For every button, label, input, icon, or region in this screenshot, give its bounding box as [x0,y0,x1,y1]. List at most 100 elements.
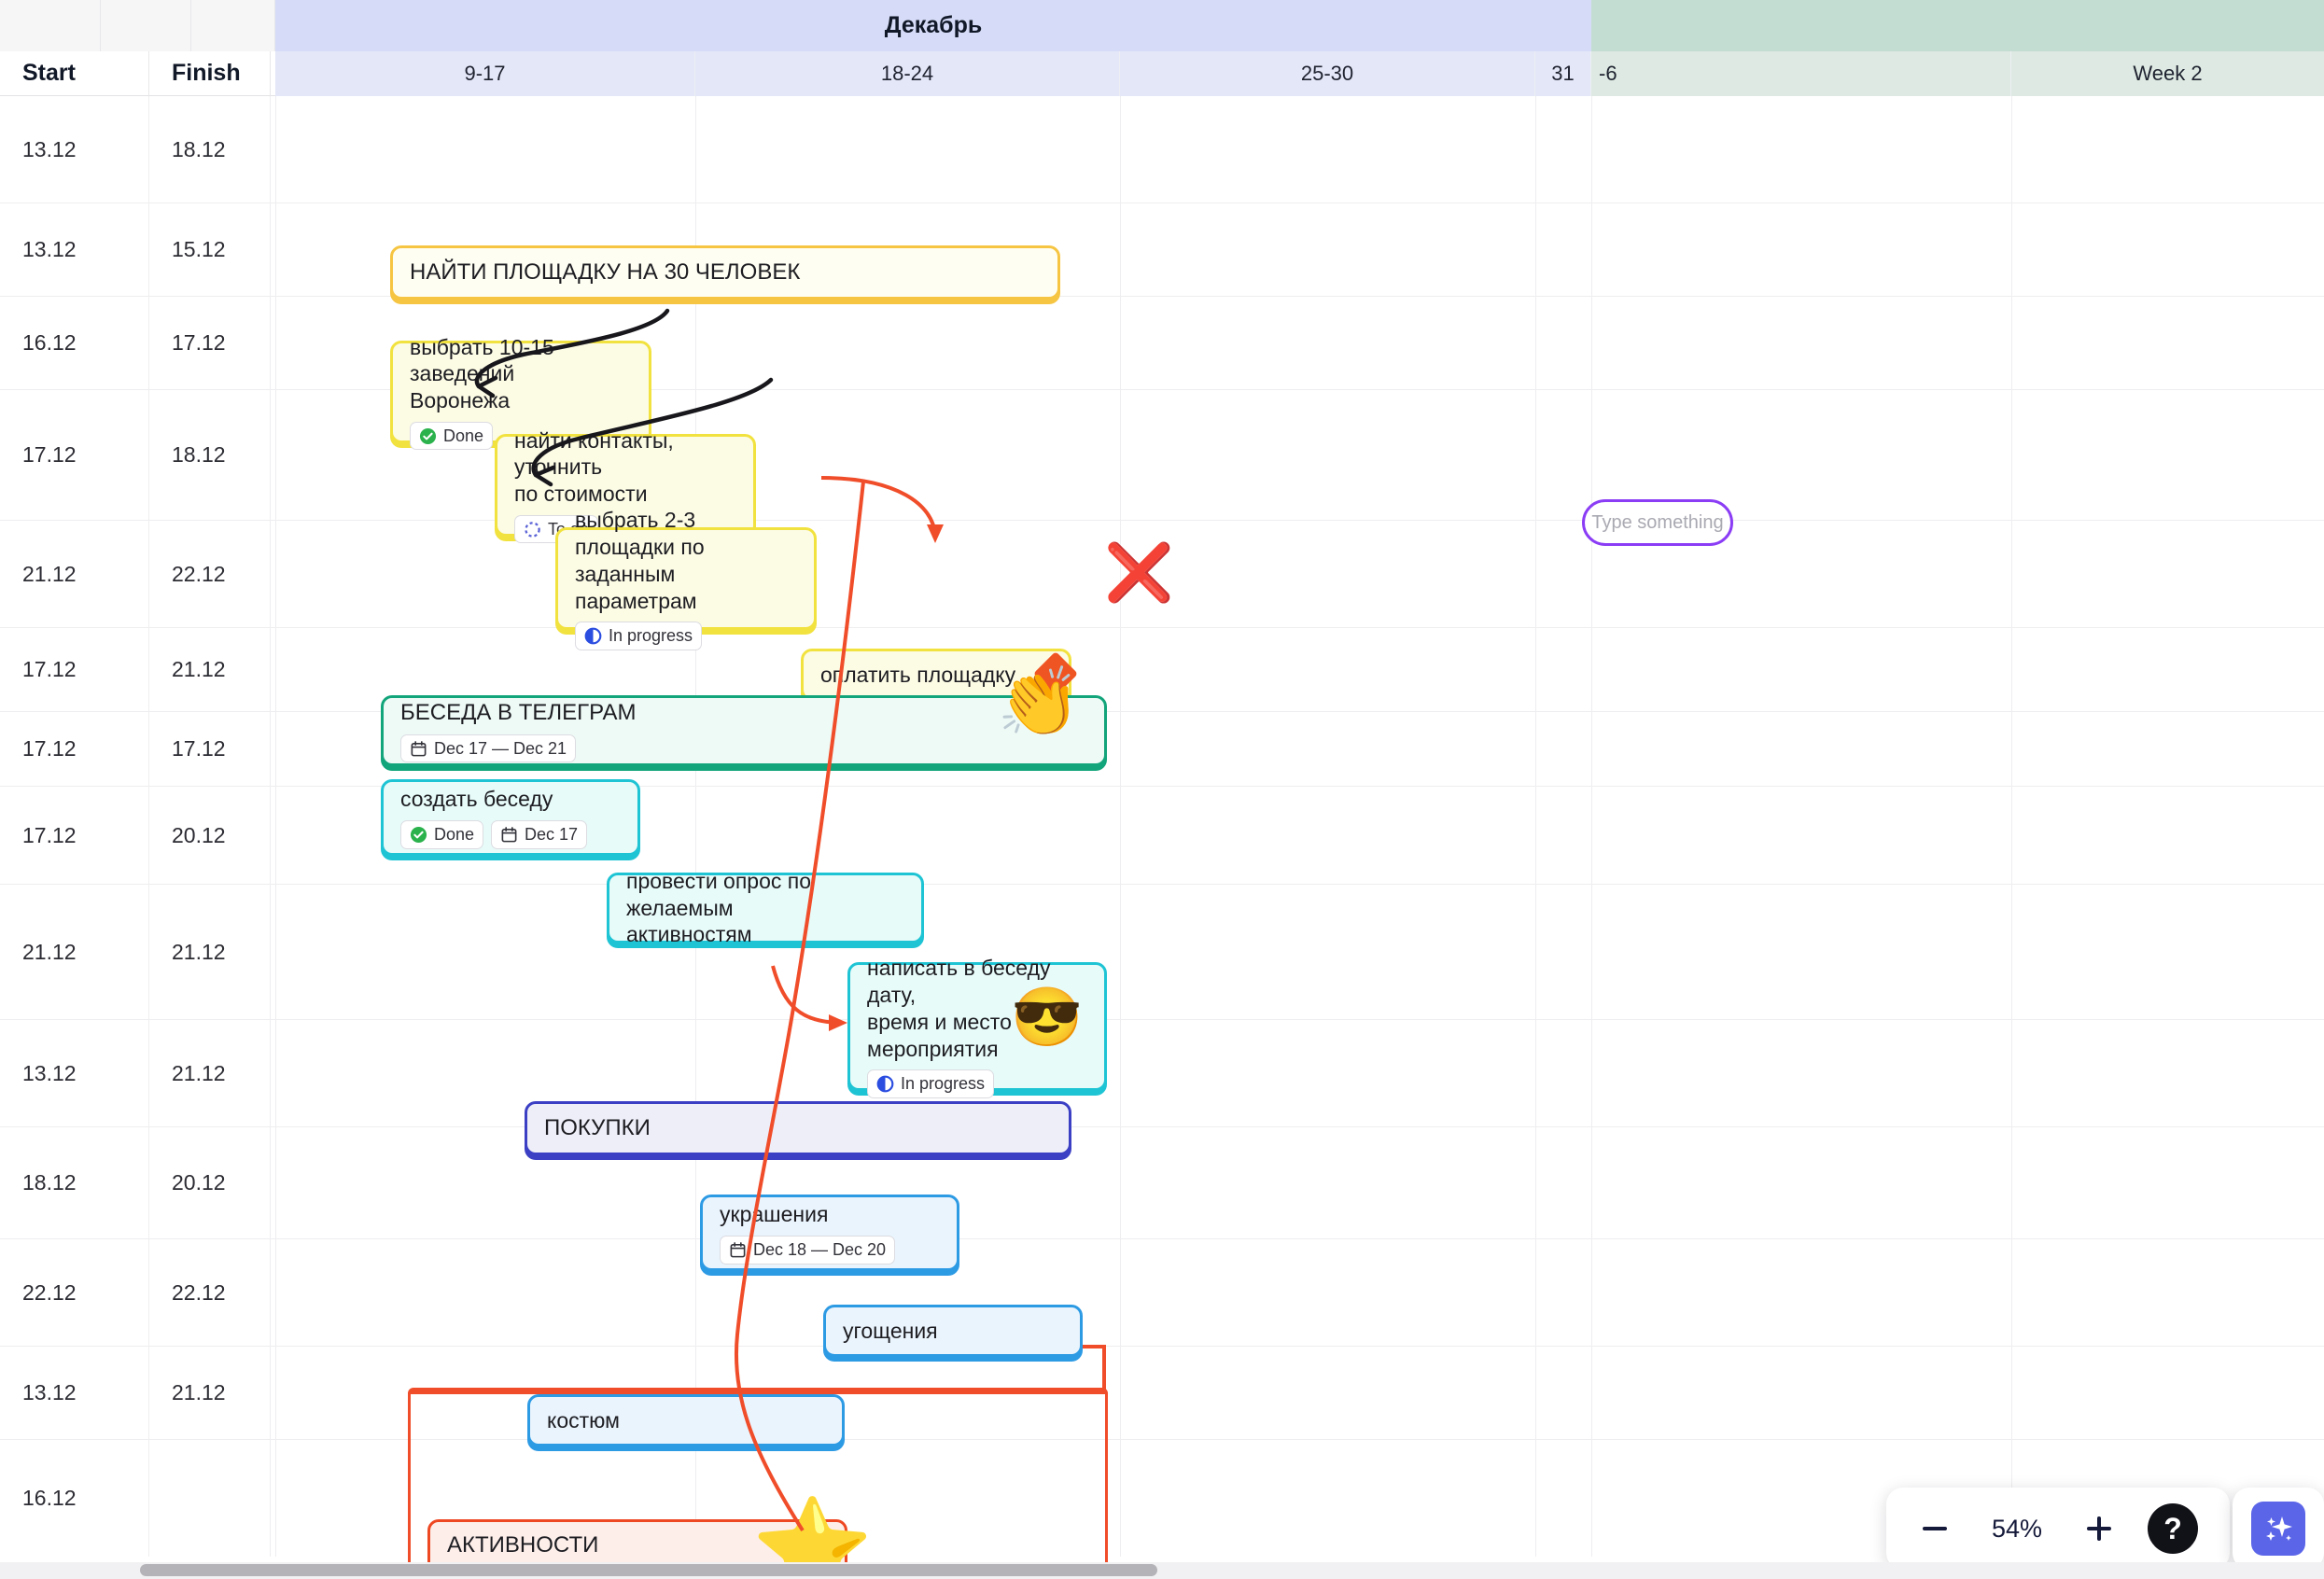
table-row[interactable]: 13.12 18.12 [0,96,2324,203]
calendar-icon [411,740,427,756]
table-row[interactable]: 16.12 17.12 [0,297,2324,390]
table-row[interactable]: 13.12 21.12 [0,1020,2324,1127]
calendar-icon [730,1241,746,1258]
task-title: БЕСЕДА В ТЕЛЕГРАМ [400,699,637,725]
cell-finish: 22.12 [149,1239,271,1346]
cell-start: 16.12 [0,1440,149,1557]
cell-start: 21.12 [0,521,149,627]
zoom-toolbar: 54% ? [1886,1488,2230,1570]
header-corner-start [0,0,101,51]
month-header-row: Декабрь [0,0,2324,51]
task-bar-group-purchases[interactable]: ПОКУПКИ [525,1101,1071,1155]
help-button[interactable]: ? [2148,1503,2198,1554]
sparkles-icon [2266,1516,2292,1541]
ai-panel [2233,1488,2324,1570]
cell-finish [149,1440,271,1557]
task-badges: Dec 18 — Dec 20 [720,1236,940,1265]
week-header-1-6[interactable]: -6 [1591,51,1647,96]
dashed-circle-icon [525,521,540,538]
status-badge-done[interactable]: Done [410,421,494,451]
selection-rectangle[interactable] [408,1388,1108,1574]
emoji-sticker-cross[interactable]: ❌ [1104,545,1174,601]
half-circle-icon [876,1075,894,1093]
check-circle-icon [419,427,437,444]
cell-finish: 21.12 [149,1020,271,1126]
week-header-31[interactable]: 31 [1535,51,1591,96]
status-badge-in-progress[interactable]: In progress [867,1069,995,1098]
week-header-week2[interactable]: Week 2 [2011,51,2324,96]
table-row[interactable]: 17.12 21.12 [0,628,2324,712]
cell-start: 18.12 [0,1127,149,1238]
table-row[interactable]: 18.12 20.12 [0,1127,2324,1239]
task-title: провести опрос по желаемым активностям [626,868,812,947]
type-something-input[interactable]: Type something [1582,499,1733,546]
date-badge[interactable]: Dec 18 — Dec 20 [720,1236,896,1265]
status-badge-label: Done [434,825,475,845]
table-row[interactable]: 21.12 21.12 [0,885,2324,1020]
task-title: выбрать 2-3 площадки по заданным парамет… [575,508,705,613]
cell-start: 22.12 [0,1239,149,1346]
table-row[interactable]: 22.12 22.12 [0,1239,2324,1347]
column-header-start[interactable]: Start [0,51,149,96]
ai-sparkles-button[interactable] [2251,1502,2305,1556]
cell-start: 13.12 [0,1020,149,1126]
task-bar-treats[interactable]: угощения [823,1305,1083,1357]
cell-start: 17.12 [0,712,149,786]
status-badge-label: In progress [609,626,693,646]
half-circle-icon [584,627,602,645]
month-header-december: Декабрь [275,0,1591,51]
cell-finish: 15.12 [149,203,271,296]
task-title: найти контакты, уточнить по стоимости [514,427,674,507]
column-header-finish[interactable]: Finish [149,51,271,96]
cell-finish: 21.12 [149,1347,271,1439]
week-header-jan-span [1647,51,2011,96]
cell-start: 17.12 [0,787,149,884]
task-bar-decorations[interactable]: украшения Dec 18 — Dec 20 [700,1195,959,1271]
zoom-out-button[interactable] [1918,1512,1952,1545]
table-row[interactable]: 17.12 20.12 [0,787,2324,885]
minus-icon [1923,1527,1947,1530]
header-gap [271,51,275,96]
week-header-18-24[interactable]: 18-24 [695,51,1120,96]
task-title: угощения [843,1318,938,1343]
date-badge[interactable]: Dec 17 [491,820,588,849]
horizontal-scrollbar-thumb[interactable] [140,1564,1157,1576]
task-bar-group-venue[interactable]: НАЙТИ ПЛОЩАДКУ НА 30 ЧЕЛОВЕК [390,245,1060,300]
status-badge-label: Done [443,426,484,445]
zoom-level-value: 54% [1991,1514,2043,1543]
cell-start: 13.12 [0,96,149,203]
cell-finish: 20.12 [149,1127,271,1238]
table-row[interactable]: 13.12 21.12 [0,1347,2324,1440]
week-header-25-30[interactable]: 25-30 [1120,51,1535,96]
gantt-chart-app: Декабрь 9-17 18-24 25-30 31 -6 Week 2 St… [0,0,2324,1579]
cell-start: 13.12 [0,1347,149,1439]
week-header-row: 9-17 18-24 25-30 31 -6 Week 2 [0,51,2324,96]
cell-start: 13.12 [0,203,149,296]
task-bar-choose-venues[interactable]: выбрать 2-3 площадки по заданным парамет… [555,508,817,650]
date-badge[interactable]: Dec 17 — Dec 21 [400,734,577,763]
table-row[interactable]: 17.12 17.12 [0,712,2324,787]
cell-start: 17.12 [0,628,149,711]
week-header-9-17[interactable]: 9-17 [275,51,695,96]
task-title: украшения [720,1202,829,1227]
emoji-sticker-sunglasses[interactable]: 😎 [1011,989,1083,1047]
status-badge-done[interactable]: Done [400,820,484,849]
task-bar-survey[interactable]: провести опрос по желаемым активностям [607,869,924,946]
status-badge-in-progress[interactable]: In progress [575,622,703,650]
gantt-body: 13.12 18.12 13.12 15.12 16.12 17.12 17.1… [0,96,2324,1579]
cell-finish: 21.12 [149,628,271,711]
task-badges: Done Dec 17 [400,820,621,849]
table-row[interactable]: 13.12 15.12 [0,203,2324,297]
cell-finish: 22.12 [149,521,271,627]
horizontal-scrollbar-track[interactable] [0,1562,2324,1579]
table-row[interactable]: 17.12 18.12 [0,390,2324,521]
zoom-in-button[interactable] [2082,1512,2116,1545]
header-corner-finish [101,0,191,51]
header-corner-spacer [191,0,275,51]
task-bar-create-chat[interactable]: создать беседу Done Dec 17 [381,779,640,856]
cell-start: 17.12 [0,390,149,520]
emoji-sticker-clap[interactable]: 👏 [997,669,1081,736]
cell-finish: 18.12 [149,390,271,520]
task-title: выбрать 10-15 заведений Воронежа [410,334,554,413]
plus-icon [2087,1516,2111,1541]
